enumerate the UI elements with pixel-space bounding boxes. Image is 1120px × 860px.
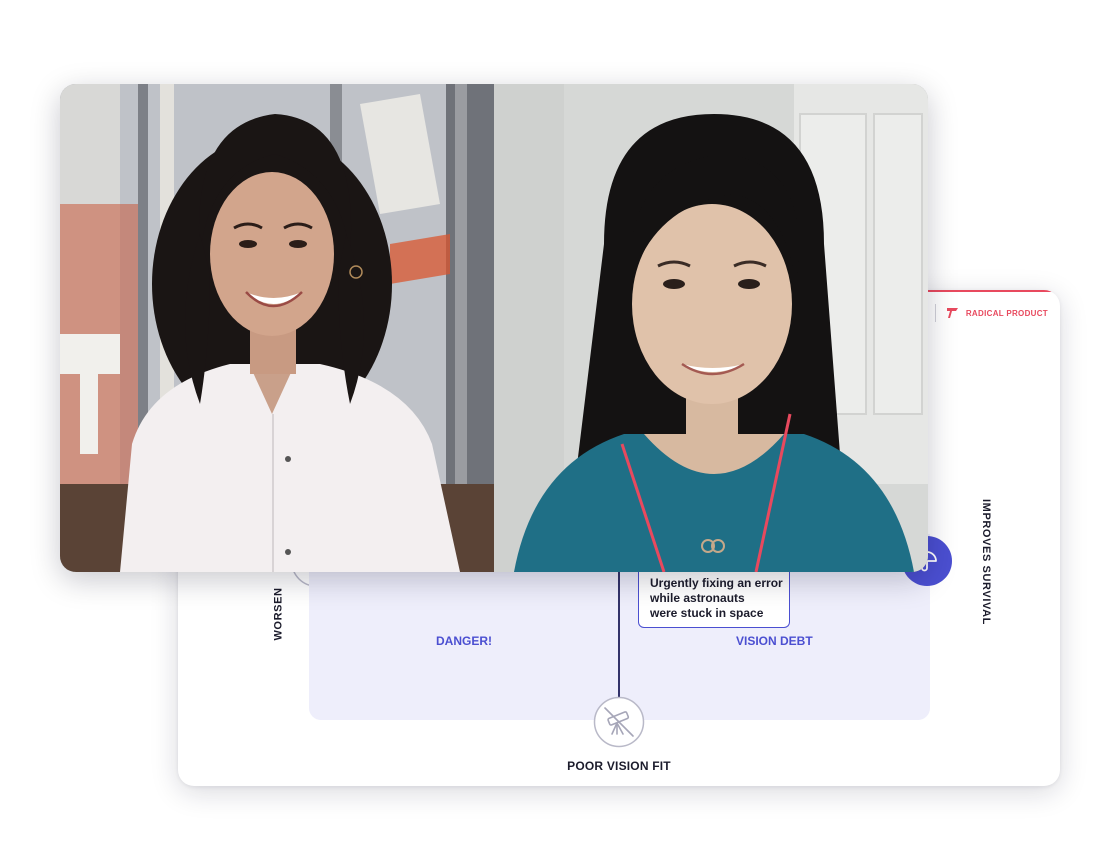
stage: RADICAL PRODUCT WORSEN DANGER! VISION DE… <box>0 0 1120 860</box>
participant-video-tile-right[interactable] <box>494 84 928 572</box>
vertical-axis-line <box>618 560 620 697</box>
note-line-2: while astronauts <box>650 591 745 605</box>
note-line-3: were stuck in space <box>650 606 764 620</box>
participant-video-right <box>494 84 928 572</box>
crossed-telescope-icon <box>593 696 645 748</box>
participant-video-tile-left[interactable] <box>60 84 494 572</box>
brand-divider <box>934 304 936 322</box>
video-call-window <box>60 84 928 572</box>
quadrant-label-vision-debt: VISION DEBT <box>736 634 813 648</box>
bottom-axis-label: POOR VISION FIT <box>567 759 671 773</box>
brand-header: RADICAL PRODUCT <box>934 304 1048 322</box>
left-axis-label: WORSEN <box>272 587 285 641</box>
right-axis-label: IMPROVES SURVIVAL <box>980 499 992 625</box>
radical-product-logo-icon <box>946 308 958 318</box>
brand-name: RADICAL PRODUCT <box>965 308 1048 318</box>
quadrant-label-danger: DANGER! <box>436 634 492 648</box>
participant-video-left <box>60 84 494 572</box>
note-line-1: Urgently fixing an error <box>650 576 783 590</box>
